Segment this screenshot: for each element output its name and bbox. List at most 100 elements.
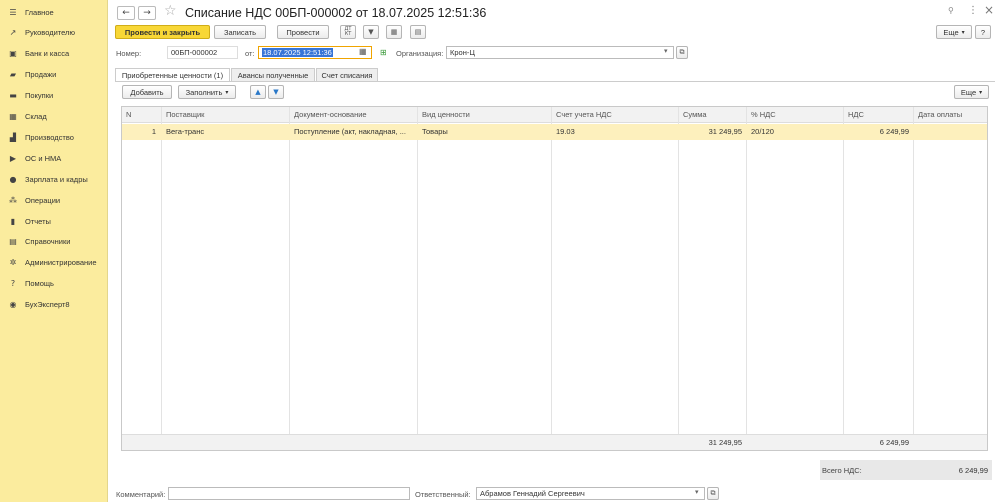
bank-icon: ▣ [9,49,17,59]
sidebar-item[interactable]: ▬ Покупки [0,88,108,104]
fill-button[interactable]: Заполнить ▾ [178,85,236,99]
cell-sum[interactable]: 31 249,95 [679,124,746,140]
sidebar-item[interactable]: ▦ Склад [0,109,108,125]
sidebar-item[interactable]: ◉ БухЭксперт8 [0,297,108,313]
table-more-button[interactable]: Еще ▾ [954,85,989,99]
move-up-icon[interactable]: ▲ [250,85,266,99]
cell-vat-account[interactable]: 19.03 [552,124,678,140]
sidebar-item-label: Главное [25,7,54,17]
sidebar-item[interactable]: ? Помощь [0,276,108,292]
calendar-icon[interactable]: ▦ [359,47,367,56]
sidebar-item-label: Отчеты [25,216,51,226]
col-divider [913,107,914,450]
sidebar-item[interactable]: ✲ Администрирование [0,255,108,271]
dt-kt-icon[interactable]: ДТ КТ [340,25,356,39]
sidebar-item[interactable]: ▣ Банк и касса [0,46,108,62]
save-button[interactable]: Записать [214,25,266,39]
green-check-icon[interactable]: ⊞ [380,48,387,57]
sidebar-item[interactable]: ↗ Руководителю [0,25,108,41]
sidebar-item-label: Администрирование [25,258,97,268]
col-divider [161,107,162,450]
comment-field[interactable] [168,487,410,500]
person-icon: ● [9,174,17,184]
total-vat: 6 249,99 [879,438,909,447]
number-label: Номер: [116,49,142,58]
col-header-value-kind[interactable]: Вид ценности [418,107,552,123]
fill-label: Заполнить [185,87,223,97]
col-header-sum[interactable]: Сумма [679,107,747,123]
open-link-icon[interactable]: ⧉ [707,487,719,500]
factory-icon: ▟ [9,132,17,142]
cell-pay-date[interactable] [914,124,987,140]
col-header-supplier[interactable]: Поставщик [162,107,290,123]
dropdown-arrow-icon[interactable]: ▾ [664,47,668,55]
sidebar-item-label: Банк и касса [25,49,70,59]
tab-write-off-account[interactable]: Счет списания [316,68,378,81]
col-header-n[interactable]: N [122,107,162,123]
sidebar-item[interactable]: ● Зарплата и кадры [0,171,108,187]
comment-label: Комментарий: [116,490,166,499]
forward-button[interactable]: → [138,6,156,20]
col-header-vat[interactable]: НДС [844,107,914,123]
cell-basis-doc[interactable]: Поступление (акт, накладная, ... [290,124,417,140]
organization-label: Организация: [396,49,444,58]
col-divider [551,107,552,450]
add-button[interactable]: Добавить [122,85,172,99]
col-divider [289,107,290,450]
tab-advances-received[interactable]: Авансы полученные [231,68,315,81]
document-icon[interactable]: ▤ [410,25,426,39]
sidebar-item-label: Операции [25,195,61,205]
col-divider [746,107,747,450]
cell-supplier[interactable]: Вега-транс [162,124,289,140]
sidebar-item[interactable]: ▮ Отчеты [0,213,108,229]
move-down-icon[interactable]: ▼ [268,85,284,99]
sidebar-item[interactable]: ▤ Справочники [0,234,108,250]
col-header-basis-doc[interactable]: Документ-основание [290,107,418,123]
col-header-pay-date[interactable]: Дата оплаты [914,107,987,123]
sidebar-item[interactable]: ⁂ Операции [0,192,108,208]
col-header-vat-rate[interactable]: % НДС [747,107,844,123]
help-icon: ? [10,279,16,289]
date-field[interactable]: 18.07.2025 12:51:36 [258,46,372,59]
help-button[interactable]: ? [975,25,991,39]
data-table[interactable]: N Поставщик Документ-основание Вид ценно… [121,106,988,451]
post-and-close-button[interactable]: Провести и закрыть [115,25,210,39]
report-icon[interactable]: ▦ [386,25,402,39]
cell-vat-rate[interactable]: 20/120 [747,124,843,140]
more-vertical-icon[interactable]: ⋮ [968,5,978,16]
chevron-down-icon: ▾ [225,89,229,96]
col-header-vat-account[interactable]: Счет учета НДС [552,107,679,123]
more-button[interactable]: Еще ▾ [936,25,972,39]
sidebar-item-label: Покупки [25,91,54,101]
date-label: от: [245,49,255,58]
favorite-star-icon[interactable]: ☆ [164,3,177,19]
organization-field[interactable]: Крон-Ц [446,46,674,59]
bar-chart-icon: ▮ [10,216,16,226]
open-link-icon[interactable]: ⧉ [676,46,688,59]
dropdown-arrow-icon[interactable]: ▾ [695,488,699,496]
table-row[interactable]: 1 Вега-транс Поступление (акт, накладная… [122,124,987,140]
post-button[interactable]: Провести [277,25,329,39]
number-field[interactable]: 00БП-000002 [167,46,238,59]
sidebar-item[interactable]: ▶ ОС и НМА [0,150,108,166]
sidebar-item[interactable]: ☰ Главное [0,4,108,20]
total-sum: 31 249,95 [708,438,742,447]
tab-acquired-values[interactable]: Приобретенные ценности (1) [115,68,230,82]
close-icon[interactable]: × [984,3,994,17]
cell-value-kind[interactable]: Товары [418,124,551,140]
sidebar-item-label: БухЭксперт8 [25,300,70,310]
back-button[interactable]: ← [117,6,135,20]
sidebar-item-label: Зарплата и кадры [25,174,88,184]
sidebar-item[interactable]: ▰ Продажи [0,67,108,83]
filter-icon[interactable]: ▼ [363,25,379,39]
sidebar-item-label: ОС и НМА [25,153,62,163]
table-footer: 31 249,95 6 249,99 [122,434,987,450]
link-icon[interactable]: ⚲ [948,6,954,15]
cell-vat[interactable]: 6 249,99 [844,124,913,140]
warehouse-icon: ▦ [9,112,17,121]
cell-n[interactable]: 1 [122,124,160,140]
responsible-field[interactable]: Абрамов Геннадий Сергеевич [476,487,705,500]
sidebar-item[interactable]: ▟ Производство [0,129,108,145]
sidebar-item-label: Справочники [25,237,71,247]
gear-icon: ✲ [9,258,17,268]
